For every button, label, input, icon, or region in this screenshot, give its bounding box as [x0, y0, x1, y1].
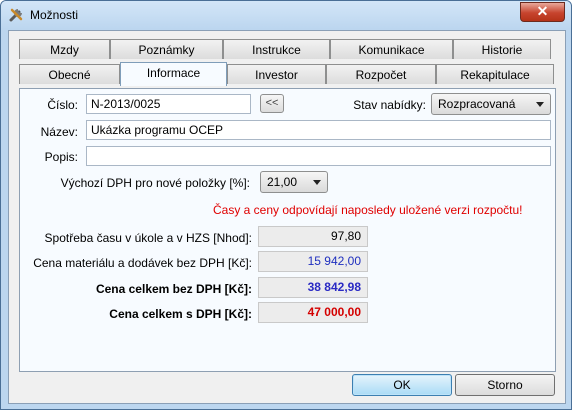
close-icon: ✕ [536, 3, 549, 19]
tab-investor[interactable]: Investor [227, 64, 326, 84]
summary-label-total-net: Cena celkem bez DPH [Kč]: [95, 282, 252, 296]
dph-select-value: 21,00 [267, 175, 298, 189]
back-button[interactable]: << [260, 94, 284, 113]
summary-label-time: Spotřeba času v úkole a v HZS [Nhod]: [44, 231, 252, 245]
summary-value-material: 15 942,00 [258, 251, 368, 272]
popis-field[interactable] [86, 146, 551, 166]
stav-select-value: Rozpracovaná [438, 97, 516, 111]
dialog-body: Mzdy Poznámky Instrukce Komunikace Histo… [8, 30, 566, 404]
warning-notice: Časy a ceny odpovídají naposledy uložené… [213, 203, 523, 217]
dph-label: Výchozí DPH pro nové položky [%]: [60, 176, 250, 190]
stav-select[interactable]: Rozpracovaná [431, 93, 551, 115]
tab-poznamky[interactable]: Poznámky [110, 39, 223, 59]
dph-select[interactable]: 21,00 [260, 171, 328, 193]
cislo-field[interactable]: N-2013/0025 [86, 94, 251, 114]
nazev-label: Název: [40, 125, 78, 139]
tab-instrukce[interactable]: Instrukce [223, 39, 330, 59]
tab-informace[interactable]: Informace [120, 62, 227, 86]
summary-value-total-gross: 47 000,00 [258, 302, 368, 323]
informace-panel: Číslo: N-2013/0025 << Stav nabídky: Rozp… [19, 88, 556, 372]
chevron-down-icon [536, 102, 544, 107]
ok-button[interactable]: OK [352, 374, 452, 396]
window-title: Možnosti [30, 8, 79, 22]
stav-label: Stav nabídky: [353, 98, 426, 112]
summary-value-time: 97,80 [258, 226, 368, 247]
chevron-down-icon [313, 180, 321, 185]
tab-historie[interactable]: Historie [453, 39, 551, 59]
summary-value-total-net: 38 842,98 [258, 277, 368, 298]
summary-label-material: Cena materiálu a dodávek bez DPH [Kč]: [33, 256, 252, 270]
summary-label-total-gross: Cena celkem s DPH [Kč]: [109, 307, 252, 321]
tab-mzdy[interactable]: Mzdy [19, 39, 110, 59]
title-bar[interactable]: Možnosti ✕ [1, 1, 571, 29]
cancel-button[interactable]: Storno [455, 374, 555, 396]
cislo-label: Číslo: [47, 98, 78, 112]
close-button[interactable]: ✕ [520, 2, 565, 22]
tab-komunikace[interactable]: Komunikace [330, 39, 453, 59]
popis-label: Popis: [44, 150, 78, 164]
tab-obecne[interactable]: Obecné [19, 64, 120, 84]
options-dialog: Možnosti ✕ Mzdy Poznámky Instrukce Komun… [0, 0, 572, 410]
tab-rekapitulace[interactable]: Rekapitulace [436, 64, 554, 84]
tab-rozpocet[interactable]: Rozpočet [326, 64, 436, 84]
nazev-field[interactable]: Ukázka programu OCEP [86, 120, 551, 140]
tools-icon [9, 8, 23, 22]
